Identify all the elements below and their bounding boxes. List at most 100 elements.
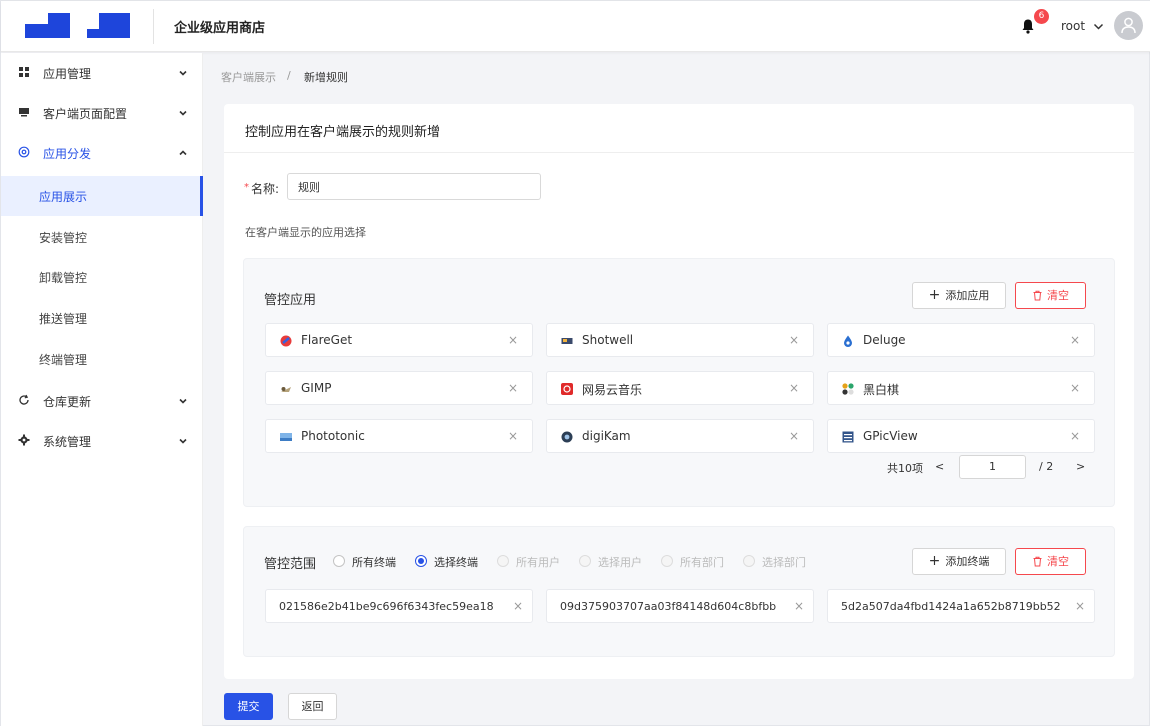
remove-icon[interactable]: ×: [1075, 599, 1085, 613]
add-terminal-button[interactable]: + 添加终端: [912, 548, 1006, 575]
app-chip: FlareGet ×: [265, 323, 533, 357]
managed-apps-panel: 管控应用 + 添加应用 清空 FlareGet × Shotwell × Del…: [243, 258, 1115, 507]
submit-button[interactable]: 提交: [224, 693, 273, 720]
sidebar-item-install-control[interactable]: 安装管控: [1, 217, 203, 257]
sidebar-item-label: 应用管理: [43, 67, 92, 81]
rule-form-card: 控制应用在客户端展示的规则新增 * 名称: 在客户端显示的应用选择 管控应用 +…: [224, 104, 1134, 679]
app-name: Phototonic: [301, 429, 365, 443]
remove-icon[interactable]: ×: [1070, 429, 1080, 443]
remove-icon[interactable]: ×: [1070, 381, 1080, 395]
chevron-down-icon: [179, 438, 187, 444]
pagination-page-input[interactable]: 1: [959, 455, 1026, 479]
app-title: 企业级应用商店: [174, 21, 266, 36]
top-header: 企业级应用商店 6 root: [1, 1, 1150, 52]
radio-circle: [497, 555, 509, 567]
radio-circle: [743, 555, 755, 567]
app-name: GIMP: [301, 381, 332, 395]
shotwell-icon: [561, 338, 573, 344]
sidebar-item-label: 终端管理: [39, 353, 88, 367]
sidebar-item-repo-update[interactable]: 仓库更新: [1, 381, 203, 421]
terminal-chip: 09d375903707aa03f84148d604c8bfbb ×: [546, 589, 814, 623]
deluge-icon: [844, 335, 852, 347]
sidebar-item-app-management[interactable]: 应用管理: [1, 53, 203, 93]
sidebar-item-terminal-management[interactable]: 终端管理: [1, 339, 203, 379]
sidebar-item-system-management[interactable]: 系统管理: [1, 421, 203, 461]
app-name: GPicView: [863, 429, 918, 443]
gear-icon: [18, 434, 30, 446]
phototonic-icon: [280, 433, 292, 441]
remove-icon[interactable]: ×: [794, 599, 804, 613]
pagination-next-button[interactable]: >: [1076, 460, 1085, 473]
sidebar-item-label: 客户端页面配置: [43, 107, 128, 121]
app-chip: Deluge ×: [827, 323, 1095, 357]
chevron-up-icon: [179, 150, 187, 156]
required-mark: *: [244, 182, 249, 193]
add-app-button[interactable]: + 添加应用: [912, 282, 1006, 309]
chevron-down-icon: [179, 398, 187, 404]
panel-title: 管控范围: [264, 557, 317, 572]
sidebar-item-uninstall-control[interactable]: 卸载管控: [1, 257, 203, 297]
divider: [224, 152, 1134, 153]
chevron-down-icon[interactable]: [1093, 21, 1104, 32]
app-name: FlareGet: [301, 333, 353, 347]
sidebar-item-client-page-config[interactable]: 客户端页面配置: [1, 93, 203, 133]
app-chip: digiKam ×: [546, 419, 814, 453]
reversi-icon: [842, 383, 854, 395]
digikam-icon: [561, 431, 573, 443]
remove-icon[interactable]: ×: [1070, 333, 1080, 347]
sidebar-item-label: 应用分发: [43, 147, 92, 161]
remove-icon[interactable]: ×: [508, 381, 518, 395]
sidebar: 应用管理 客户端页面配置 应用分发 应用展示 安装管控 卸载管控 推送管理 终端…: [1, 53, 203, 726]
sidebar-item-app-distribution[interactable]: 应用分发: [1, 133, 203, 173]
app-chip: 黑白棋 ×: [827, 371, 1095, 405]
section-hint: 在客户端显示的应用选择: [245, 226, 366, 239]
user-name[interactable]: root: [1061, 19, 1085, 33]
sidebar-item-label: 应用展示: [39, 190, 88, 204]
remove-icon[interactable]: ×: [513, 599, 523, 613]
app-chip: GIMP ×: [265, 371, 533, 405]
name-input[interactable]: [287, 173, 541, 200]
remove-icon[interactable]: ×: [508, 333, 518, 347]
netease-music-icon: [561, 383, 573, 395]
chevron-down-icon: [179, 70, 187, 76]
app-frame: 企业级应用商店 6 root 应用管理 客户端页面配置 应用分发 应用展示 安装…: [0, 0, 1150, 726]
user-icon: [1121, 17, 1136, 34]
notification-badge: 6: [1034, 9, 1049, 24]
avatar[interactable]: [1114, 11, 1143, 40]
logo-mark-left: [25, 13, 70, 38]
distribute-icon: [18, 146, 30, 158]
app-name: Deluge: [863, 333, 906, 347]
breadcrumb-parent[interactable]: 客户端展示: [221, 69, 276, 85]
clear-terminals-button[interactable]: 清空: [1015, 548, 1086, 575]
plus-icon: +: [928, 287, 941, 303]
plus-icon: +: [928, 553, 941, 569]
remove-icon[interactable]: ×: [789, 429, 799, 443]
sidebar-item-label: 卸载管控: [39, 271, 88, 285]
radio-circle: [661, 555, 673, 567]
bell-icon[interactable]: [1020, 18, 1036, 34]
header-divider: [153, 9, 154, 44]
remove-icon[interactable]: ×: [789, 381, 799, 395]
terminal-id: 021586e2b41be9c696f6343fec59ea18: [279, 600, 494, 613]
terminal-chip: 021586e2b41be9c696f6343fec59ea18 ×: [265, 589, 533, 623]
sidebar-item-push-management[interactable]: 推送管理: [1, 298, 203, 338]
grid-icon: [19, 67, 29, 77]
back-button[interactable]: 返回: [288, 693, 337, 720]
breadcrumb-separator: /: [287, 69, 291, 82]
monitor-icon: [19, 108, 29, 117]
trash-icon: [1033, 290, 1042, 301]
trash-icon: [1033, 556, 1042, 567]
clear-apps-button[interactable]: 清空: [1015, 282, 1086, 309]
app-chip: 网易云音乐 ×: [546, 371, 814, 405]
sidebar-item-label: 安装管控: [39, 231, 88, 245]
remove-icon[interactable]: ×: [508, 429, 518, 443]
app-chip: Phototonic ×: [265, 419, 533, 453]
sidebar-item-label: 仓库更新: [43, 395, 92, 409]
gpicview-icon: [842, 431, 854, 443]
pagination-prev-button[interactable]: <: [935, 460, 944, 473]
app-name: 网易云音乐: [582, 383, 643, 397]
sidebar-item-label: 推送管理: [39, 312, 88, 326]
remove-icon[interactable]: ×: [789, 333, 799, 347]
sidebar-item-app-display[interactable]: 应用展示: [1, 176, 203, 216]
app-name: digiKam: [582, 429, 631, 443]
